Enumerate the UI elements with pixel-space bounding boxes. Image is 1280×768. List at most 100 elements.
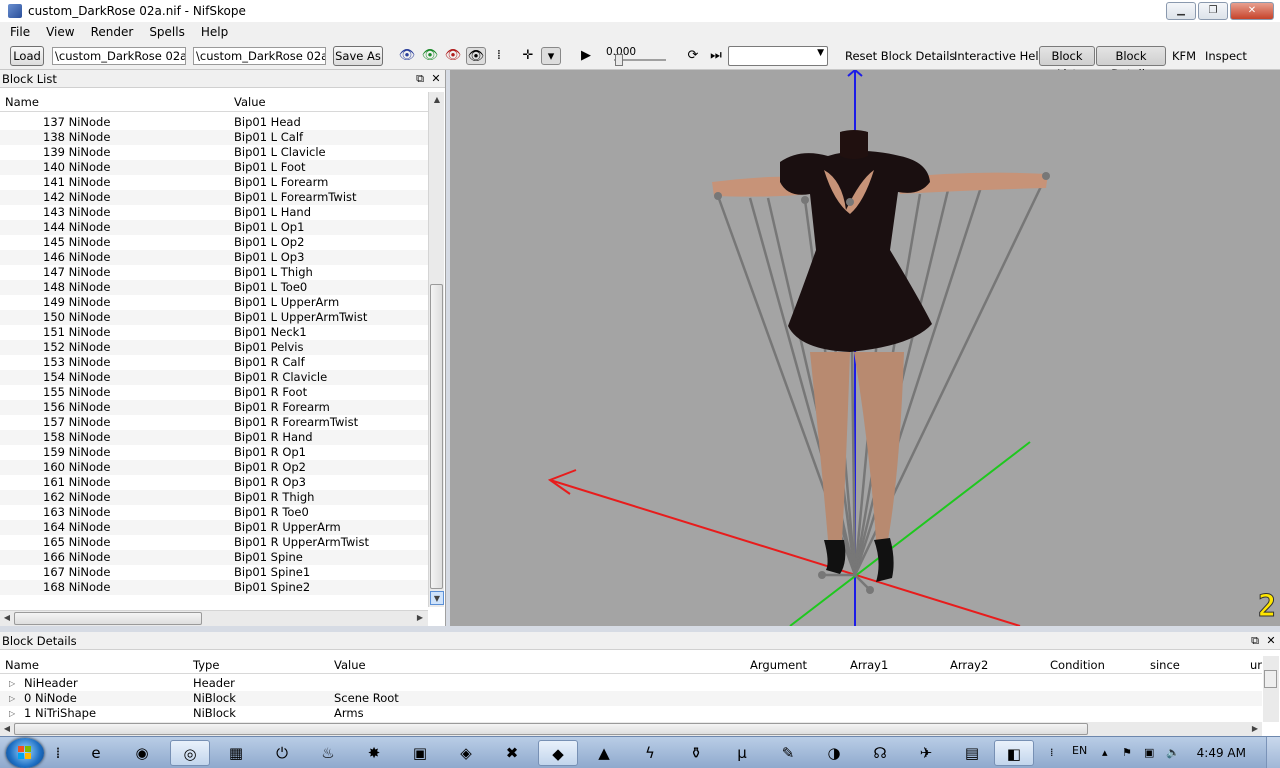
vlc-icon[interactable]: ▲ — [584, 740, 624, 766]
block-list-row[interactable]: 146 NiNode Bip01 L Op3 — [0, 250, 428, 265]
block-list-vertical-scrollbar[interactable]: ▲ ▼ — [428, 92, 444, 607]
kfm-button[interactable]: KFM — [1172, 47, 1196, 65]
column-header-array1[interactable]: Array1 — [850, 658, 888, 672]
minimize-button[interactable]: ▁ — [1166, 2, 1196, 20]
block-list-row[interactable]: 163 NiNode Bip01 R Toe0 — [0, 505, 428, 520]
block-list-row[interactable]: 161 NiNode Bip01 R Op3 — [0, 475, 428, 490]
volume-icon[interactable]: 🔈 — [1166, 746, 1180, 759]
block-list-row[interactable]: 150 NiNode Bip01 L UpperArmTwist — [0, 310, 428, 325]
loop-icon[interactable]: ⟳ — [683, 47, 703, 65]
show-hidden-icons-icon[interactable]: ▴ — [1102, 746, 1108, 759]
block-list-row[interactable]: 155 NiNode Bip01 R Foot — [0, 385, 428, 400]
maximize-button[interactable]: ❐ — [1198, 2, 1228, 20]
block-list-row[interactable]: 141 NiNode Bip01 L Forearm — [0, 175, 428, 190]
block-list-row[interactable]: 147 NiNode Bip01 L Thigh — [0, 265, 428, 280]
scroll-right-icon[interactable]: ▶ — [1248, 722, 1262, 736]
app-icon-1[interactable]: ✸ — [354, 740, 394, 766]
inspect-button[interactable]: Inspect — [1205, 47, 1247, 65]
utorrent-icon[interactable]: µ — [722, 740, 762, 766]
app-icon-8[interactable]: ✎ — [768, 740, 808, 766]
menu-view[interactable]: View — [38, 25, 82, 39]
nifskope-icon[interactable]: ◧ — [994, 740, 1034, 766]
headphones-icon[interactable]: ☊ — [860, 740, 900, 766]
reset-block-details-button[interactable]: Reset Block Details — [845, 47, 955, 65]
block-list-row[interactable]: 148 NiNode Bip01 L Toe0 — [0, 280, 428, 295]
load-button[interactable]: Load — [10, 46, 44, 66]
app-icon-4[interactable]: ✖ — [492, 740, 532, 766]
block-details-row[interactable]: ▷ NiHeader Header — [0, 676, 1262, 691]
hscrollbar-thumb[interactable] — [14, 723, 1088, 735]
interactive-help-button[interactable]: Interactive Help — [954, 47, 1046, 65]
block-details-horizontal-scrollbar[interactable]: ◀ ▶ — [0, 722, 1262, 736]
scroll-up-icon[interactable]: ▲ — [430, 93, 444, 107]
column-header-argument[interactable]: Argument — [750, 658, 807, 672]
app-icon-2[interactable]: ▣ — [400, 740, 440, 766]
block-list-row[interactable]: 143 NiNode Bip01 L Hand — [0, 205, 428, 220]
app-icon-7[interactable]: ⚱ — [676, 740, 716, 766]
show-windows-icon[interactable]: ⁞ — [48, 740, 68, 766]
block-list-row[interactable]: 156 NiNode Bip01 R Forearm — [0, 400, 428, 415]
calc-icon[interactable]: ▤ — [952, 740, 992, 766]
block-list-row[interactable]: 165 NiNode Bip01 R UpperArmTwist — [0, 535, 428, 550]
close-button[interactable]: ✕ — [1230, 2, 1274, 20]
view-dropdown-icon[interactable]: ▾ — [541, 47, 561, 65]
block-list-toggle[interactable]: Block List — [1039, 46, 1095, 81]
app-icon-3[interactable]: ◈ — [446, 740, 486, 766]
block-list-row[interactable]: 154 NiNode Bip01 R Clavicle — [0, 370, 428, 385]
expand-arrow-icon[interactable]: ▷ — [9, 706, 15, 721]
hscrollbar-thumb[interactable] — [14, 612, 202, 625]
switch-animation-icon[interactable]: ⏭ — [706, 47, 726, 65]
network-icon[interactable]: ▣ — [1144, 746, 1154, 759]
steam-icon[interactable]: ♨ — [308, 740, 348, 766]
expand-arrow-icon[interactable]: ▷ — [9, 676, 15, 691]
scroll-down-icon[interactable]: ▼ — [430, 591, 444, 605]
block-details-toggle[interactable]: Block Details — [1096, 46, 1166, 81]
save-path-field[interactable]: \custom_DarkRose 02a.nif — [193, 47, 326, 65]
view-eye-toggled-icon[interactable]: 👁 — [466, 47, 486, 65]
column-header-array2[interactable]: Array2 — [950, 658, 988, 672]
column-header-value[interactable]: Value — [334, 658, 366, 672]
block-list-row[interactable]: 168 NiNode Bip01 Spine2 — [0, 580, 428, 595]
menu-help[interactable]: Help — [193, 25, 236, 39]
column-header-name[interactable]: Name — [5, 95, 39, 109]
block-list-row[interactable]: 166 NiNode Bip01 Spine — [0, 550, 428, 565]
block-list-row[interactable]: 151 NiNode Bip01 Neck1 — [0, 325, 428, 340]
block-list-row[interactable]: 167 NiNode Bip01 Spine1 — [0, 565, 428, 580]
app-icon-9[interactable]: ◑ — [814, 740, 854, 766]
start-button[interactable] — [6, 738, 44, 768]
block-list-row[interactable]: 138 NiNode Bip01 L Calf — [0, 130, 428, 145]
column-header-condition[interactable]: Condition — [1050, 658, 1105, 672]
block-list-row[interactable]: 144 NiNode Bip01 L Op1 — [0, 220, 428, 235]
expand-arrow-icon[interactable]: ▷ — [9, 691, 15, 706]
action-center-flag-icon[interactable]: ⚑ — [1122, 746, 1132, 759]
footprints-icon[interactable]: ⁞ — [489, 47, 509, 65]
block-list-row[interactable]: 149 NiNode Bip01 L UpperArm — [0, 295, 428, 310]
view-eye-icon[interactable]: 👁 — [397, 47, 417, 65]
load-path-field[interactable]: \custom_DarkRose 02a.nif — [52, 47, 186, 65]
app-icon-5[interactable]: ◆ — [538, 740, 578, 766]
scrollbar-thumb[interactable] — [430, 284, 443, 589]
app-icon-6[interactable]: ϟ — [630, 740, 670, 766]
animation-slider-thumb[interactable] — [615, 54, 623, 66]
block-list-row[interactable]: 153 NiNode Bip01 R Calf — [0, 355, 428, 370]
move-axes-icon[interactable]: ✛ — [518, 47, 538, 65]
column-header-type[interactable]: Type — [193, 658, 219, 672]
block-list-row[interactable]: 160 NiNode Bip01 R Op2 — [0, 460, 428, 475]
block-list-row[interactable]: 139 NiNode Bip01 L Clavicle — [0, 145, 428, 160]
block-list-row[interactable]: 159 NiNode Bip01 R Op1 — [0, 445, 428, 460]
block-list-row[interactable]: 152 NiNode Bip01 Pelvis — [0, 340, 428, 355]
view-eye-green-icon[interactable]: 👁 — [420, 47, 440, 65]
column-header-until[interactable]: ur — [1250, 658, 1262, 672]
block-list-row[interactable]: 137 NiNode Bip01 Head — [0, 115, 428, 130]
show-desktop-button[interactable] — [1266, 737, 1280, 768]
scroll-left-icon[interactable]: ◀ — [0, 722, 14, 736]
language-indicator[interactable]: EN — [1072, 744, 1087, 757]
float-icon[interactable]: ⧉ — [1248, 634, 1262, 648]
ie-icon[interactable]: e — [76, 740, 116, 766]
close-icon[interactable]: ✕ — [1264, 634, 1278, 648]
column-header-name[interactable]: Name — [5, 658, 39, 672]
power-icon[interactable]: ⏻ — [262, 740, 302, 766]
save-as-button[interactable]: Save As — [333, 46, 383, 66]
float-icon[interactable]: ⧉ — [413, 72, 427, 86]
block-list-row[interactable]: 140 NiNode Bip01 L Foot — [0, 160, 428, 175]
